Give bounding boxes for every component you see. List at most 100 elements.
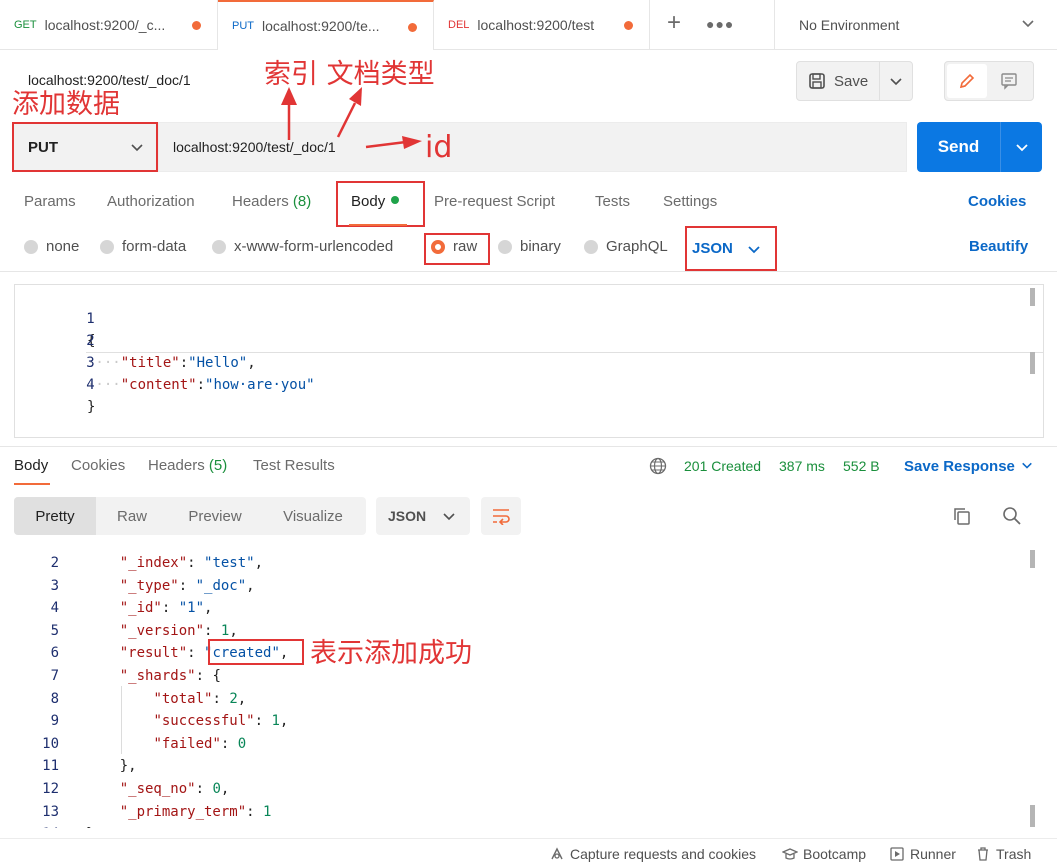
code-text: "_type": "_doc",	[86, 575, 255, 597]
http-method-select[interactable]: PUT	[12, 122, 158, 172]
json-key: "total"	[153, 690, 213, 707]
request-tab-get[interactable]: GET localhost:9200/_c...	[0, 0, 218, 50]
json-sep: :	[187, 555, 205, 571]
cookies-link[interactable]: Cookies	[968, 193, 1026, 210]
json-key: "_index"	[119, 555, 188, 571]
response-time[interactable]: 387 ms	[779, 458, 825, 474]
request-tab-del[interactable]: DEL localhost:9200/test	[434, 0, 650, 50]
copy-icon[interactable]	[952, 506, 972, 526]
trash-button[interactable]: Trash	[975, 846, 1031, 862]
tab-headers[interactable]: Headers (8)	[232, 193, 311, 210]
radio-circle-icon	[100, 239, 114, 254]
save-options-button[interactable]	[880, 62, 912, 100]
tab-label: localhost:9200/_c...	[44, 17, 166, 33]
response-view-toggle: Pretty Raw Preview Visualize	[14, 497, 366, 535]
radio-urlencoded[interactable]: x-www-form-urlencoded	[212, 238, 393, 255]
save-response-button[interactable]: Save Response	[904, 458, 1033, 475]
send-group: Send	[917, 122, 1042, 172]
response-tab-body[interactable]: Body	[14, 457, 48, 474]
tab-params[interactable]: Params	[24, 193, 76, 210]
code-line: 6 "result": "created",	[0, 642, 1044, 664]
code-text: "_primary_term": 1	[86, 801, 272, 823]
tab-settings[interactable]: Settings	[663, 193, 717, 210]
code-line: 12 "_seq_no": 0,	[0, 778, 1044, 800]
editor-scrollbar[interactable]	[1030, 288, 1035, 306]
search-icon[interactable]	[1002, 506, 1022, 526]
json-sep: :	[178, 577, 196, 594]
wrap-lines-button[interactable]	[481, 497, 521, 535]
tab-body[interactable]: Body	[351, 193, 400, 210]
response-tab-cookies[interactable]: Cookies	[71, 457, 125, 474]
beautify-link[interactable]: Beautify	[969, 238, 1028, 255]
environment-select[interactable]: No Environment	[774, 0, 1057, 50]
tab-pre-request-script[interactable]: Pre-request Script	[434, 193, 555, 210]
bootcamp-icon	[782, 848, 798, 860]
send-options-button[interactable]	[1001, 122, 1042, 172]
line-number: 10	[42, 735, 59, 752]
pencil-icon	[959, 73, 975, 89]
radio-circle-icon	[498, 239, 512, 254]
radio-raw[interactable]: raw	[431, 238, 477, 255]
tab-label: localhost:9200/test	[477, 17, 595, 33]
bootcamp-button[interactable]: Bootcamp	[782, 846, 866, 862]
code-line: 7 "_shards": {	[0, 665, 1044, 687]
json-tail: ,	[220, 781, 230, 797]
json-key: "_version"	[119, 622, 205, 639]
more-tabs-icon[interactable]: ●●●	[706, 16, 734, 32]
view-visualize-button[interactable]: Visualize	[262, 497, 364, 535]
code-text: "total": 2,	[86, 688, 246, 710]
runner-button[interactable]: Runner	[889, 846, 956, 862]
json-value: 0	[212, 781, 221, 797]
response-scrollbar[interactable]	[1030, 550, 1035, 568]
radio-none[interactable]: none	[24, 238, 79, 255]
line-number: 9	[50, 713, 59, 730]
radio-binary[interactable]: binary	[498, 238, 561, 255]
radio-label: none	[46, 238, 80, 255]
view-preview-button[interactable]: Preview	[168, 497, 262, 535]
radio-selected-icon	[431, 239, 445, 254]
request-tab-put[interactable]: PUT localhost:9200/te...	[218, 0, 434, 50]
line-number: 4	[86, 377, 95, 393]
comments-button[interactable]	[987, 64, 1031, 98]
radio-form-data[interactable]: form-data	[100, 238, 186, 255]
response-body-viewer[interactable]: 2 "_index": "test", 3 "_type": "_doc", 4 "…	[0, 548, 1044, 828]
json-value: },	[119, 758, 137, 775]
code-text: "_index": "test",	[86, 552, 263, 574]
response-tab-headers[interactable]: Headers (5)	[148, 457, 227, 474]
send-button[interactable]: Send	[917, 122, 1001, 172]
request-title[interactable]: localhost:9200/test/_doc/1	[28, 72, 191, 88]
json-sep: :	[254, 713, 272, 730]
radio-graphql[interactable]: GraphQL	[584, 238, 668, 255]
globe-icon[interactable]	[649, 457, 667, 475]
json-pre	[86, 645, 120, 661]
line-number: 6	[50, 645, 59, 662]
response-format-value: JSON	[388, 508, 427, 524]
json-key: "_primary_term"	[119, 803, 247, 820]
tab-tests[interactable]: Tests	[595, 193, 630, 210]
response-format-select[interactable]: JSON	[376, 497, 470, 535]
response-size[interactable]: 552 B	[843, 458, 880, 474]
chevron-down-icon	[443, 513, 455, 521]
editor-scrollbar-marker	[1030, 352, 1035, 374]
json-value: "how·are·you"	[205, 377, 315, 393]
save-button[interactable]: Save	[797, 62, 881, 100]
created-highlight	[208, 639, 304, 665]
view-raw-button[interactable]: Raw	[96, 497, 168, 535]
code-line: 1 {	[15, 286, 1043, 349]
view-pretty-button[interactable]: Pretty	[14, 497, 96, 535]
tab-authorization[interactable]: Authorization	[107, 193, 195, 210]
json-key: "_shards"	[119, 668, 196, 684]
code-line: 3 ····"content":"how·are·you"	[15, 330, 1043, 393]
edit-mode-button[interactable]	[947, 64, 987, 98]
status-code[interactable]: 201 Created	[684, 458, 761, 474]
json-key: "successful"	[153, 713, 255, 730]
response-tab-test-results[interactable]: Test Results	[253, 457, 335, 474]
radio-circle-icon	[584, 239, 598, 254]
request-body-editor[interactable]: 1 { 2 ····"title":"Hello", 3 ····"conten…	[14, 284, 1044, 438]
new-tab-plus-icon[interactable]: +	[662, 11, 686, 36]
body-format-select[interactable]: JSON	[685, 226, 777, 271]
json-sep: :	[187, 645, 205, 662]
capture-label: Capture requests and cookies	[570, 846, 756, 862]
capture-button[interactable]: Capture requests and cookies	[549, 846, 756, 862]
radio-label: x-www-form-urlencoded	[234, 238, 394, 255]
